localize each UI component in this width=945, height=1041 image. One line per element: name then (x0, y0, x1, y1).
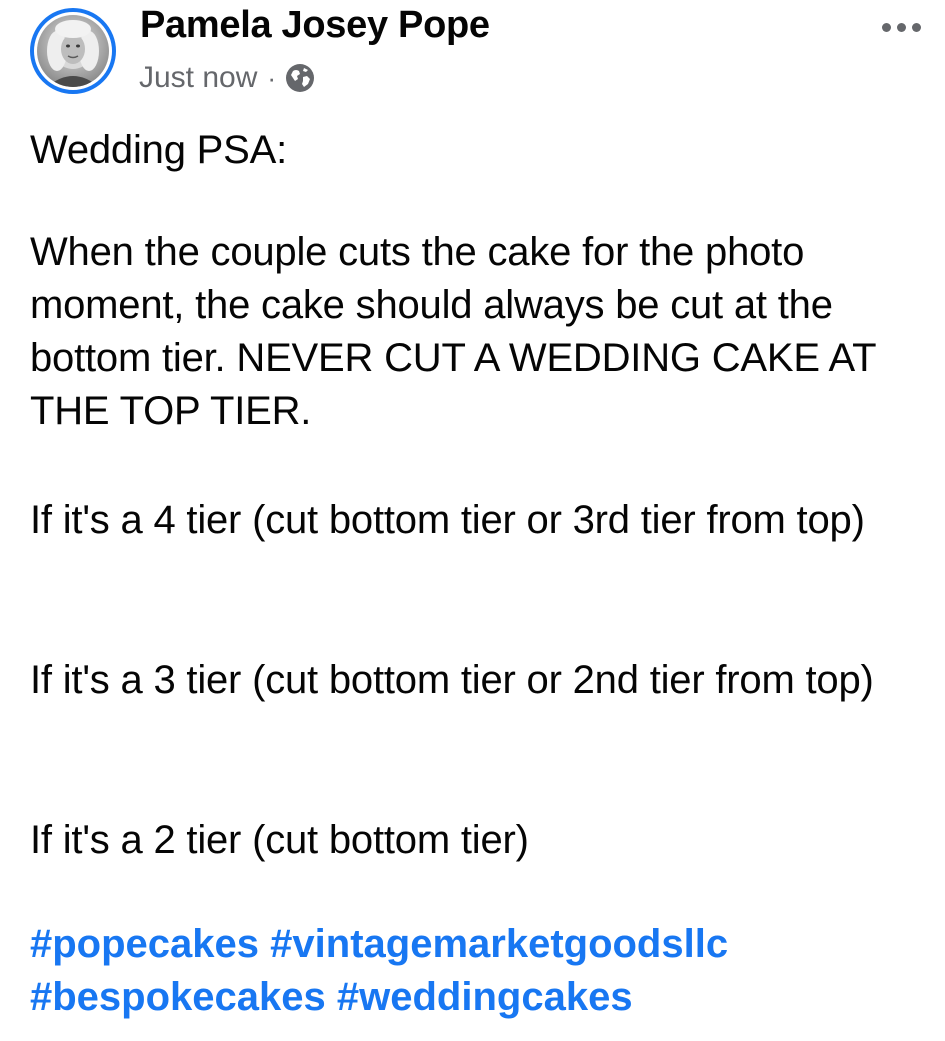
post-header: Pamela Josey Pope Just now · (0, 0, 945, 120)
author-name[interactable]: Pamela Josey Pope (140, 4, 490, 47)
post-paragraph: If it's a 2 tier (cut bottom tier) (30, 818, 529, 862)
hashtag-link[interactable]: #popecakes (30, 922, 259, 966)
hashtag-link[interactable]: #bespokecakes (30, 975, 326, 1019)
more-dot (911, 22, 921, 32)
hashtag-link[interactable]: #vintagemarketgoodsllc (270, 922, 728, 966)
post-paragraph: If it's a 3 tier (cut bottom tier or 2nd… (30, 658, 874, 702)
more-dot (881, 22, 891, 32)
avatar-photo (37, 15, 109, 87)
hashtag-link[interactable]: #weddingcakes (337, 975, 633, 1019)
post-paragraph: If it's a 4 tier (cut bottom tier or 3rd… (30, 498, 865, 542)
profile-photo-icon (37, 15, 109, 87)
post-card: Pamela Josey Pope Just now · Wedding PSA… (0, 0, 945, 1041)
meta-separator: · (267, 62, 277, 93)
globe-icon[interactable] (284, 62, 316, 94)
post-meta: Just now · (139, 58, 316, 98)
hashtag-block: #popecakes #vintagemarketgoodsllc #bespo… (30, 918, 930, 1024)
timestamp[interactable]: Just now (139, 61, 257, 95)
more-options-button[interactable] (873, 12, 929, 42)
post-paragraph: When the couple cuts the cake for the ph… (30, 230, 876, 433)
author-avatar[interactable] (30, 8, 116, 94)
post-paragraph: Wedding PSA: (30, 128, 288, 172)
more-dot (896, 22, 906, 32)
